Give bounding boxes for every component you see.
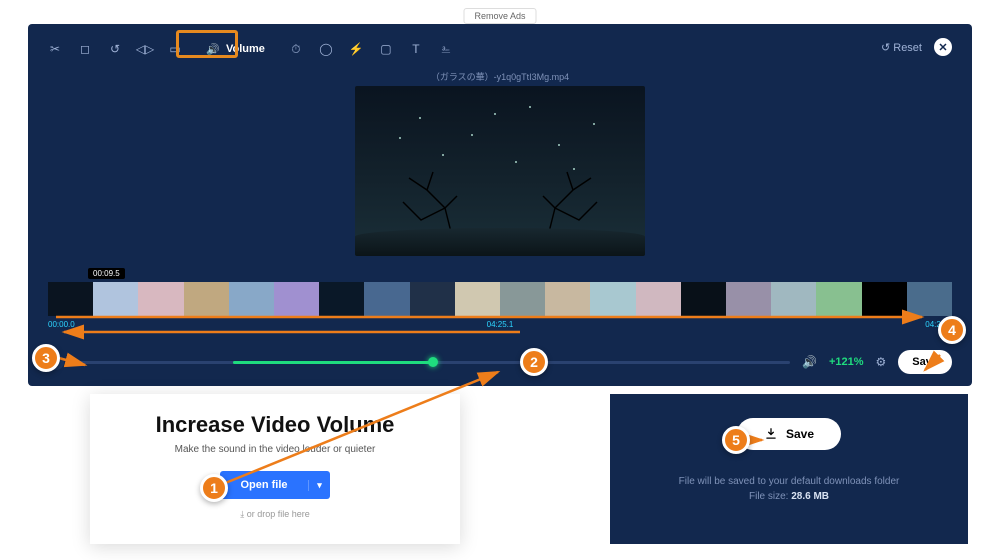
drop-hint: ⤓ or drop file here [100,509,450,520]
reset-button[interactable]: ↺ Reset [881,41,922,54]
volume-tool[interactable]: 🔊 Volume [198,39,273,59]
slider-knob[interactable] [428,357,438,367]
slider-fill [233,361,433,364]
rotate-icon[interactable]: ↺ [108,42,122,56]
download-icon [764,427,778,441]
save-panel: Save File will be saved to your default … [610,394,968,544]
volume-indicator-icon: 🔊 [802,355,817,369]
loop-icon[interactable]: ◯ [319,42,333,56]
open-file-panel: Increase Video Volume Make the sound in … [90,394,460,544]
open-file-dropdown-icon[interactable]: ▾ [308,480,330,491]
timeline-tooltip: 00:09.5 [88,268,125,279]
volume-slider[interactable] [76,361,790,364]
video-preview[interactable] [355,86,645,256]
step-badge-3: 3 [32,344,60,372]
timeline-thumbnails[interactable] [48,282,952,316]
stabilize-icon[interactable]: ⚡ [349,42,363,56]
filename-label: （ガラスの華）-y1q0gTtI3Mg.mp4 [28,70,972,83]
resize-icon[interactable]: ▭ [168,42,182,56]
save-button-large[interactable]: Save [737,418,841,450]
save-button[interactable]: Save [898,350,952,374]
volume-tool-label: Volume [226,43,265,55]
image-icon[interactable]: ▢ [379,42,393,56]
step-badge-4: 4 [938,316,966,344]
time-start: 00:00.0 [48,320,75,329]
settings-icon[interactable]: ⚙ [876,355,887,369]
timeline-marks: 00:00.0 04:25.1 04:25.1 [48,320,952,329]
volume-readout: +121% [829,356,864,368]
crop-icon[interactable]: ◻ [78,42,92,56]
speed-icon[interactable]: ⏱ [289,42,303,56]
open-file-button[interactable]: Open file ▾ [220,471,330,499]
panel-title: Increase Video Volume [100,412,450,438]
panel-subtitle: Make the sound in the video louder or qu… [100,444,450,455]
video-editor-panel: ✂ ◻ ↺ ◁▷ ▭ 🔊 Volume ⏱ ◯ ⚡ ▢ T ⎁ ↺ Reset … [28,24,972,386]
text-icon[interactable]: T [409,42,423,56]
volume-icon: 🔊 [206,42,220,56]
step-badge-2: 2 [520,348,548,376]
flip-icon[interactable]: ◁▷ [138,42,152,56]
close-icon[interactable]: ✕ [934,38,952,56]
time-mid: 04:25.1 [487,320,514,329]
step-badge-5: 5 [722,426,750,454]
save-info-line: File will be saved to your default downl… [620,476,958,487]
step-badge-1: 1 [200,474,228,502]
file-size-line: File size: 28.6 MB [620,491,958,502]
save-large-label: Save [786,427,814,441]
playback-controls: ▶ 🔊 +121% ⚙ Save [48,350,952,374]
remove-ads-button[interactable]: Remove Ads [463,8,536,24]
subtitle-icon[interactable]: ⎁ [439,42,453,56]
editor-toolbar: ✂ ◻ ↺ ◁▷ ▭ 🔊 Volume ⏱ ◯ ⚡ ▢ T ⎁ [48,36,952,62]
open-file-label: Open file [220,479,308,491]
cut-icon[interactable]: ✂ [48,42,62,56]
